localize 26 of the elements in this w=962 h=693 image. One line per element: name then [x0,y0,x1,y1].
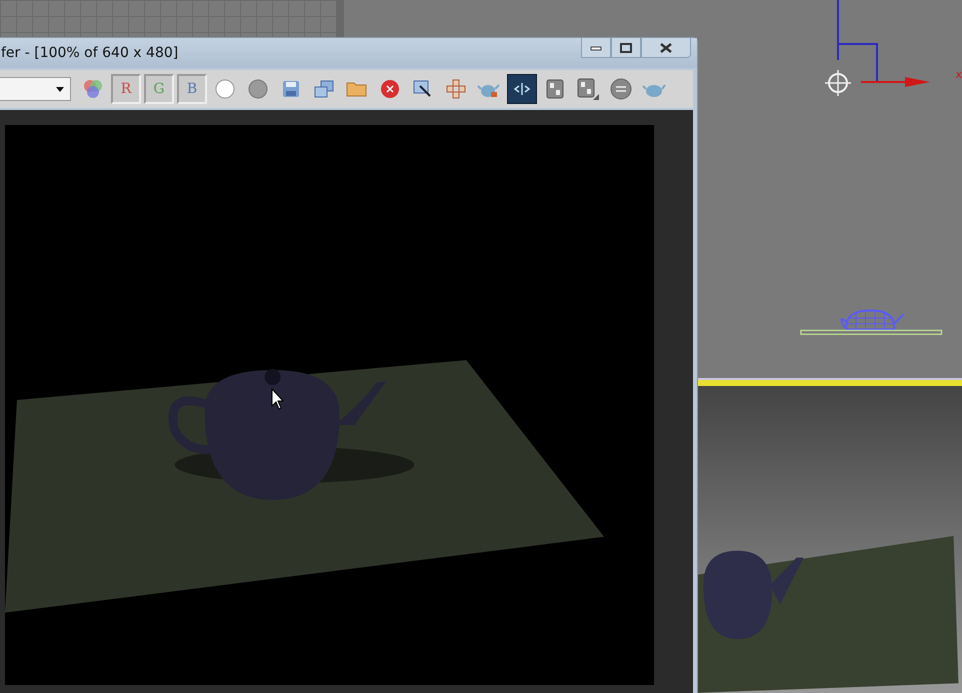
sphere-icon [247,78,269,100]
cross-arrows-icon [445,78,467,100]
close-icon [659,42,673,52]
minimize-icon [590,44,602,52]
split-view-toggle[interactable] [507,74,537,104]
channel-toggle[interactable]: B [177,74,207,104]
maximize-icon [620,42,632,52]
close-button[interactable] [641,38,691,58]
minimize-button[interactable] [581,38,611,58]
color-circles-icon [82,78,104,100]
x-circle-icon [379,78,401,100]
ab-page-icon [546,79,564,99]
folder-icon [346,80,368,98]
axis-label: x [955,68,962,81]
channel-toggle[interactable]: G [144,74,174,104]
split-arrows-icon [512,82,532,96]
mouse-cursor-icon [271,388,285,410]
channel-dropdown[interactable] [0,77,71,101]
stop-sign-icon [610,78,632,100]
caret-icon [56,86,64,92]
ab-page-corner-icon [577,78,599,100]
windows-icon [313,79,335,99]
channel-toggle[interactable]: R [111,74,141,104]
circle-icon [214,78,236,100]
window-title: fer - [100% of 640 x 480] [1,45,178,61]
maximize-button[interactable] [611,38,641,58]
